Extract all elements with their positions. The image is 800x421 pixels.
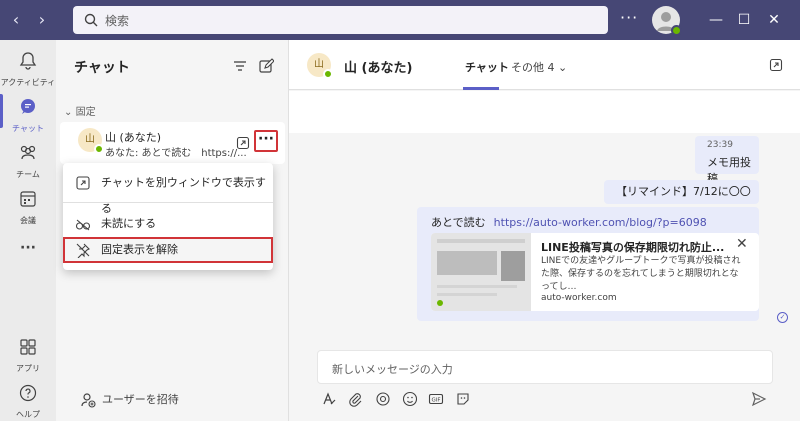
popout-icon[interactable]	[236, 136, 250, 150]
rail-label: 会議	[20, 216, 36, 225]
close-window-button[interactable]: ✕	[764, 10, 784, 30]
presence-available-icon	[94, 144, 104, 154]
pinned-section-header[interactable]: ⌄ 固定	[64, 103, 96, 118]
avatar-initial: 山	[85, 134, 95, 145]
link-preview-thumbnail	[431, 233, 531, 311]
teams-icon	[20, 145, 36, 160]
header-banner	[289, 91, 800, 133]
chat-title: 山 (あなた)	[344, 61, 413, 76]
emoji-icon[interactable]	[402, 391, 418, 407]
tab-chat[interactable]: チャット	[465, 59, 509, 75]
search-placeholder: 検索	[105, 14, 130, 28]
filter-icon[interactable]	[232, 58, 248, 74]
message-timestamp: 23:39	[707, 140, 733, 150]
title-bar: ‹ › 検索 ··· — ☐ ✕	[0, 0, 800, 40]
chevron-down-icon: ⌄	[64, 107, 73, 118]
close-icon[interactable]: ✕	[736, 236, 748, 252]
more-options-button[interactable]: ···	[254, 130, 278, 152]
rail-item-activity[interactable]: アクティビティ	[0, 50, 56, 88]
message-text: あとで読む https://auto-worker.com/blog/?p=609…	[431, 214, 707, 230]
rail-item-help[interactable]: ヘルプ	[0, 382, 56, 420]
link-preview-domain: auto-worker.com	[541, 293, 617, 303]
send-icon[interactable]	[751, 391, 767, 407]
pinned-label: 固定	[75, 107, 96, 118]
svg-text:GIF: GIF	[431, 398, 440, 404]
chat-list-item[interactable]: 山 山 (あなた) あなた: あとで読む https://... ···	[60, 122, 285, 164]
invite-label: ユーザーを招待	[102, 393, 179, 406]
bell-icon	[19, 52, 37, 70]
rail-label: チーム	[16, 170, 40, 179]
chat-main-pane: 山 山 (あなた) チャット その他 4 ⌄ 23:39 メモ用投稿 【リマイン…	[289, 40, 800, 421]
message-link[interactable]: https://auto-worker.com/blog/?p=6098	[494, 216, 707, 229]
rail-label: チャット	[12, 124, 44, 133]
avatar: 山	[78, 128, 104, 154]
context-menu: チャットを別ウィンドウで表示する 未読にする 固定表示を解除	[63, 163, 273, 270]
maximize-button[interactable]: ☐	[734, 10, 754, 30]
rail-item-calendar[interactable]: 会議	[0, 188, 56, 226]
menu-item-label: チャットを別ウィンドウで表示する	[101, 176, 266, 215]
help-icon	[19, 384, 37, 402]
settings-more-button[interactable]: ···	[620, 8, 638, 27]
rail-label: ヘルプ	[16, 410, 40, 419]
invite-people-button[interactable]: ユーザーを招待	[80, 391, 179, 408]
chat-item-preview: あなた: あとで読む https://...	[105, 148, 247, 159]
app-bar: アクティビティ チャット チーム 会議 ··· アプリ ヘルプ	[0, 40, 56, 421]
presence-available-icon	[323, 69, 333, 79]
new-chat-icon[interactable]	[258, 58, 274, 74]
read-receipt-icon: ✓	[777, 312, 788, 323]
gif-icon[interactable]: GIF	[428, 391, 444, 407]
search-icon	[84, 13, 98, 27]
link-preview-card[interactable]: LINE投稿写真の保存期限切れ防止... LINEでの友達やグループトークで写真…	[431, 233, 759, 311]
rail-item-apps[interactable]: アプリ	[0, 336, 56, 374]
avatar-initial: 山	[314, 59, 324, 70]
menu-item-mark-unread[interactable]: 未読にする	[63, 211, 273, 237]
chat-list-title: チャット	[74, 60, 130, 76]
avatar: 山	[307, 53, 333, 79]
profile-avatar[interactable]	[652, 6, 682, 36]
rail-label: アクティビティ	[0, 78, 56, 87]
message-text-prefix: あとで読む	[431, 216, 486, 229]
popout-icon	[76, 176, 90, 190]
more-apps-button[interactable]: ···	[0, 240, 56, 256]
calendar-icon	[20, 191, 36, 207]
message-bubble[interactable]: 【リマインド】7/12に〇〇に連絡	[604, 180, 759, 222]
chat-header: 山 山 (あなた) チャット その他 4 ⌄	[289, 40, 800, 90]
chat-item-name: 山 (あなた)	[105, 131, 162, 144]
attach-icon[interactable]	[347, 391, 363, 407]
menu-divider	[63, 202, 273, 203]
link-preview-description: LINEでの友達やグループトークで写真が投稿された際、保存するのを忘れてしまうと…	[541, 256, 741, 292]
add-person-icon	[81, 393, 96, 408]
message-bubble[interactable]: あとで読む https://auto-worker.com/blog/?p=609…	[417, 207, 759, 321]
glasses-icon	[75, 219, 91, 231]
apps-icon	[20, 339, 36, 355]
menu-item-label: 固定表示を解除	[101, 243, 178, 256]
message-compose-input[interactable]: 新しいメッセージの入力	[317, 350, 773, 384]
message-bubble[interactable]: 23:39 メモ用投稿	[695, 136, 759, 185]
loop-icon[interactable]	[375, 391, 391, 407]
active-tab-indicator	[463, 87, 499, 90]
menu-item-unpin[interactable]: 固定表示を解除	[63, 237, 273, 263]
menu-item-popout-chat[interactable]: チャットを別ウィンドウで表示する	[63, 170, 273, 215]
back-button[interactable]: ‹	[6, 10, 26, 30]
minimize-button[interactable]: —	[706, 10, 726, 30]
presence-available-icon	[671, 25, 682, 36]
rail-item-teams[interactable]: チーム	[0, 142, 56, 180]
tab-more[interactable]: その他 4 ⌄	[511, 59, 567, 75]
popout-icon[interactable]	[769, 58, 783, 72]
link-preview-title: LINE投稿写真の保存期限切れ防止...	[541, 241, 725, 254]
format-icon[interactable]	[321, 391, 337, 407]
menu-item-label: 未読にする	[101, 217, 157, 230]
unpin-icon	[76, 243, 90, 258]
rail-item-chat[interactable]: チャット	[0, 96, 56, 134]
rail-label: アプリ	[16, 364, 40, 373]
search-input[interactable]: 検索	[73, 6, 608, 34]
compose-placeholder: 新しいメッセージの入力	[332, 363, 453, 376]
chat-icon	[21, 99, 35, 114]
forward-button[interactable]: ›	[32, 10, 52, 30]
sticker-icon[interactable]	[455, 391, 471, 407]
